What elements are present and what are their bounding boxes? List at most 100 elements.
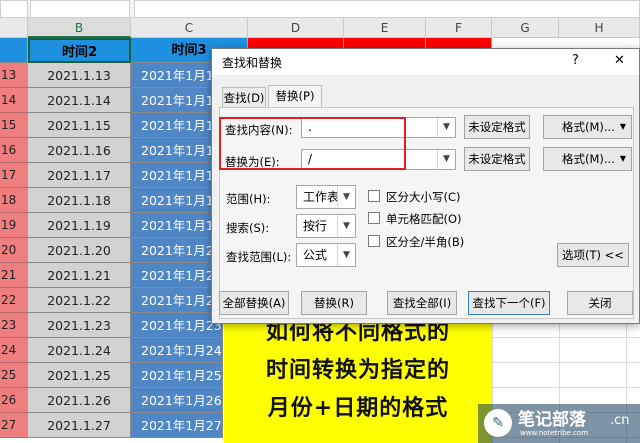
column-header-d[interactable]: D	[248, 18, 344, 38]
cell-time2[interactable]: 2021.1.20	[28, 238, 131, 263]
row-number[interactable]: 17	[0, 163, 28, 188]
dialog-title: 查找和替换	[222, 56, 283, 70]
match-case-label: 区分大小写(C)	[386, 190, 461, 204]
row-number[interactable]: 20	[0, 238, 28, 263]
match-cell-checkbox[interactable]	[368, 212, 380, 224]
cell-time2[interactable]: 2021.1.25	[28, 363, 131, 388]
cell-time2[interactable]: 2021.1.21	[28, 263, 131, 288]
replace-button[interactable]: 替换(R)	[301, 291, 367, 315]
watermark-tld: .cn	[610, 413, 630, 428]
cell-time2[interactable]: 2021.1.26	[28, 388, 131, 413]
replace-all-button[interactable]: 全部替换(A)	[219, 291, 289, 315]
close-icon[interactable]: ✕	[614, 53, 625, 68]
cell-time2[interactable]: 2021.1.27	[28, 413, 131, 438]
row-number[interactable]: 23	[0, 313, 28, 338]
select-all-corner[interactable]	[0, 18, 28, 38]
cell-time3[interactable]: 2021年1月24日	[131, 338, 223, 363]
row-number[interactable]: 18	[0, 188, 28, 213]
chevron-down-icon[interactable]: ▼	[437, 118, 455, 137]
row-number[interactable]: 26	[0, 388, 28, 413]
cell-time3[interactable]: 2021年1月20日	[131, 238, 223, 263]
replace-format-status[interactable]: 未设定格式	[464, 147, 530, 171]
cell-time2[interactable]: 2021.1.23	[28, 313, 131, 338]
row-number[interactable]: 13	[0, 63, 28, 88]
cell-time2[interactable]: 2021.1.16	[28, 138, 131, 163]
replace-format-button[interactable]: 格式(M)... ▼	[543, 147, 632, 171]
scope-select[interactable]: 工作表 ▼	[296, 185, 356, 209]
name-box[interactable]	[0, 0, 28, 18]
chevron-down-icon[interactable]: ▼	[337, 215, 355, 237]
cell-time3[interactable]: 2021年1月15日	[131, 113, 223, 138]
pen-icon: ✎	[484, 409, 512, 437]
cell-time3[interactable]: 2021年1月27日	[131, 413, 223, 438]
chevron-down-icon[interactable]: ▼	[337, 244, 355, 266]
find-next-button[interactable]: 查找下一个(F)	[468, 291, 550, 315]
tab-replace[interactable]: 替换(P)	[268, 85, 322, 109]
find-format-label: 格式(M)...	[562, 120, 615, 134]
row-number[interactable]: 24	[0, 338, 28, 363]
cell-time3[interactable]: 2021年1月17日	[131, 163, 223, 188]
column-header-b[interactable]: B	[28, 18, 131, 38]
lookin-select[interactable]: 公式 ▼	[296, 243, 356, 267]
column-header-g[interactable]: G	[492, 18, 559, 38]
cell-time3[interactable]: 2021年1月25日	[131, 363, 223, 388]
cell-time3[interactable]: 2021年1月21日	[131, 263, 223, 288]
cell-time3[interactable]: 2021年1月22日	[131, 288, 223, 313]
cell-time3[interactable]: 2021年1月19日	[131, 213, 223, 238]
row-number[interactable]: 21	[0, 263, 28, 288]
cell-time2[interactable]: 2021.1.17	[28, 163, 131, 188]
column-header-c[interactable]: C	[131, 18, 248, 38]
replace-format-label: 格式(M)...	[562, 152, 615, 166]
cell-time3[interactable]: 2021年1月16日	[131, 138, 223, 163]
find-all-button[interactable]: 查找全部(I)	[387, 291, 457, 315]
formula-toolbar[interactable]	[30, 0, 130, 18]
row-number[interactable]: 15	[0, 113, 28, 138]
column-header-e[interactable]: E	[344, 18, 426, 38]
cell-time2[interactable]: 2021.1.18	[28, 188, 131, 213]
cell-time2[interactable]: 2021.1.14	[28, 88, 131, 113]
watermark: ✎ 笔记部落 www.notetribe.com .cn	[478, 404, 640, 443]
match-cell-label: 单元格匹配(O)	[386, 212, 462, 226]
cell-time3[interactable]: 2021年1月23日	[131, 313, 223, 338]
find-format-button[interactable]: 格式(M)... ▼	[543, 115, 632, 139]
match-case-checkbox[interactable]	[368, 190, 380, 202]
search-value: 按行	[303, 219, 328, 233]
chevron-down-icon[interactable]: ▼	[337, 186, 355, 208]
search-select[interactable]: 按行 ▼	[296, 214, 356, 238]
row-number[interactable]: 27	[0, 413, 28, 438]
cell-time2[interactable]: 2021.1.13	[28, 63, 131, 88]
annotation-line-2: 时间转换为指定的	[265, 357, 450, 383]
row-number[interactable]: 25	[0, 363, 28, 388]
cell-time2[interactable]: 2021.1.22	[28, 288, 131, 313]
find-replace-dialog: 查找和替换 ? ✕ 查找(D) 替换(P) 查找内容(N): . ▼ 未设定格式…	[211, 48, 640, 324]
row-number[interactable]: 19	[0, 213, 28, 238]
cell-time2[interactable]: 2021.1.19	[28, 213, 131, 238]
cell-time3[interactable]: 2021年1月13日	[131, 63, 223, 88]
row-number[interactable]: 16	[0, 138, 28, 163]
row-number[interactable]: 14	[0, 88, 28, 113]
column-header-h[interactable]: H	[559, 18, 640, 38]
chevron-down-icon[interactable]: ▼	[437, 150, 455, 169]
watermark-name: 笔记部落	[518, 410, 586, 430]
tab-find[interactable]: 查找(D)	[222, 87, 266, 109]
chevron-down-icon: ▼	[619, 122, 626, 131]
row-number[interactable]: 22	[0, 288, 28, 313]
match-width-checkbox[interactable]	[368, 235, 380, 247]
column-header-f[interactable]: F	[426, 18, 492, 38]
cell-time3[interactable]: 2021年1月18日	[131, 188, 223, 213]
annotation-line-3: 月份+日期的格式	[267, 395, 449, 421]
cell-time3[interactable]: 2021年1月14日	[131, 88, 223, 113]
chevron-down-icon: ▼	[619, 154, 626, 163]
options-button[interactable]: 选项(T) <<	[557, 243, 629, 267]
close-button[interactable]: 关闭	[567, 291, 633, 315]
find-format-status[interactable]: 未设定格式	[464, 115, 530, 139]
help-icon[interactable]: ?	[572, 53, 579, 68]
cell-time3[interactable]: 2021年1月26日	[131, 388, 223, 413]
watermark-url: www.notetribe.com	[520, 429, 589, 437]
cell-time2[interactable]: 2021.1.15	[28, 113, 131, 138]
cell-time2[interactable]: 2021.1.24	[28, 338, 131, 363]
formula-input[interactable]	[134, 0, 640, 18]
row-header-cell[interactable]	[0, 38, 28, 63]
header-cell-time2[interactable]: 时间2	[28, 38, 131, 63]
lookin-label: 查找范围(L):	[226, 250, 292, 264]
